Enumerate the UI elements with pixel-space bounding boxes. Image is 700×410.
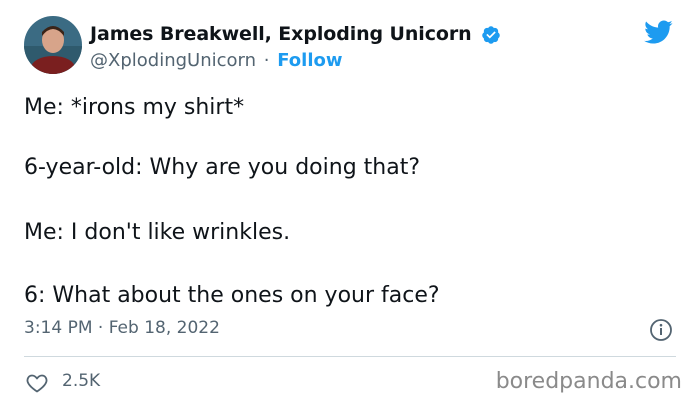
tweet-line: 6: What about the ones on your face? (24, 283, 440, 308)
heart-icon[interactable] (24, 371, 50, 395)
tweet-timestamp[interactable]: 3:14 PM · Feb 18, 2022 (24, 318, 220, 338)
divider (24, 356, 676, 357)
author-handle-line: @XplodingUnicorn · Follow (90, 50, 343, 71)
watermark: boredpanda.com (495, 369, 682, 394)
author-handle[interactable]: @XplodingUnicorn (90, 50, 256, 71)
verified-badge-icon (482, 26, 500, 44)
like-count: 2.5K (62, 371, 101, 391)
twitter-bird-icon[interactable] (641, 17, 675, 47)
tweet-line: Me: I don't like wrinkles. (24, 220, 291, 245)
avatar[interactable] (24, 16, 82, 74)
follow-button[interactable]: Follow (277, 50, 342, 71)
author-name[interactable]: James Breakwell, Exploding Unicorn (90, 23, 472, 45)
tweet-line: 6-year-old: Why are you doing that? (24, 155, 420, 180)
handle-separator: · (263, 50, 270, 71)
info-icon[interactable] (649, 318, 673, 342)
tweet-line: Me: *irons my shirt* (24, 95, 245, 120)
